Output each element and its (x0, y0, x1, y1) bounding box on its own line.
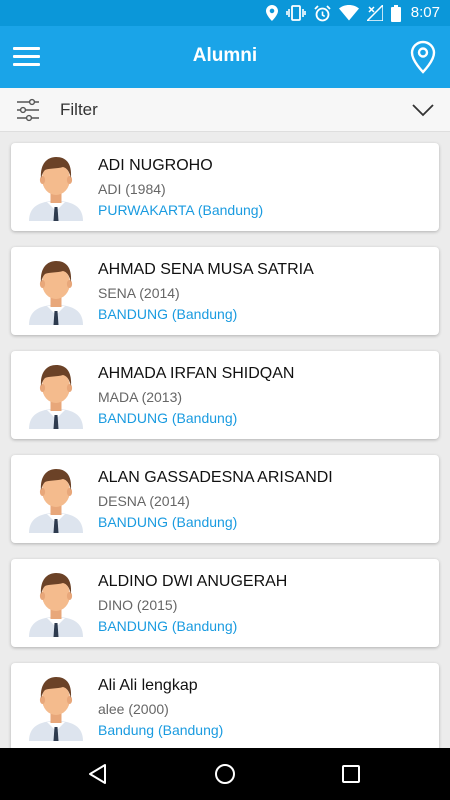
recents-icon[interactable] (339, 762, 363, 786)
avatar (27, 671, 85, 741)
alumni-nickname-year: ADI (1984) (98, 181, 166, 197)
filter-sliders-icon (16, 98, 40, 122)
alumni-nickname-year: alee (2000) (98, 701, 169, 717)
filter-bar[interactable]: Filter (0, 88, 450, 132)
home-icon[interactable] (213, 762, 237, 786)
status-time: 8:07 (410, 4, 440, 21)
status-icons: 8:07 (265, 4, 440, 22)
alumni-card[interactable]: ALDINO DWI ANUGERAH DINO (2015) BANDUNG … (11, 559, 439, 647)
alumni-city: PURWAKARTA (Bandung) (98, 202, 264, 218)
location-icon (265, 5, 278, 21)
alumni-name: AHMADA IRFAN SHIDQAN (98, 365, 295, 382)
avatar (27, 255, 85, 325)
alumni-card[interactable]: AHMADA IRFAN SHIDQAN MADA (2013) BANDUNG… (11, 351, 439, 439)
battery-icon (390, 4, 401, 22)
alumni-name: ALAN GASSADESNA ARISANDI (98, 469, 333, 486)
avatar (27, 151, 85, 221)
vibrate-icon (285, 5, 306, 21)
avatar (27, 567, 85, 637)
alumni-city: BANDUNG (Bandung) (98, 618, 238, 634)
alumni-nickname-year: MADA (2013) (98, 389, 183, 405)
alumni-city: BANDUNG (Bandung) (98, 514, 238, 530)
alumni-name: ALDINO DWI ANUGERAH (98, 573, 288, 590)
app-bar: Alumni (0, 26, 450, 88)
location-pin-icon[interactable] (410, 40, 436, 74)
alumni-list[interactable]: ADI NUGROHO ADI (1984) PURWAKARTA (Bandu… (0, 132, 450, 748)
chevron-down-icon[interactable] (412, 100, 434, 120)
alumni-name: Ali Ali lengkap (98, 677, 198, 694)
filter-label: Filter (60, 100, 98, 119)
no-signal-icon (366, 5, 383, 21)
alarm-icon (314, 4, 331, 21)
alumni-card[interactable]: ALAN GASSADESNA ARISANDI DESNA (2014) BA… (11, 455, 439, 543)
status-bar: 8:07 (0, 0, 450, 26)
wifi-icon (338, 5, 359, 21)
avatar (27, 463, 85, 533)
alumni-city: BANDUNG (Bandung) (98, 410, 238, 426)
alumni-card[interactable]: ADI NUGROHO ADI (1984) PURWAKARTA (Bandu… (11, 143, 439, 231)
alumni-nickname-year: DINO (2015) (98, 597, 178, 613)
back-icon[interactable] (86, 762, 110, 786)
alumni-card[interactable]: Ali Ali lengkap alee (2000) Bandung (Ban… (11, 663, 439, 748)
alumni-name: AHMAD SENA MUSA SATRIA (98, 261, 314, 278)
alumni-nickname-year: DESNA (2014) (98, 493, 190, 509)
alumni-nickname-year: SENA (2014) (98, 285, 180, 301)
alumni-card[interactable]: AHMAD SENA MUSA SATRIA SENA (2014) BANDU… (11, 247, 439, 335)
alumni-name: ADI NUGROHO (98, 157, 213, 174)
navigation-bar (0, 748, 450, 800)
avatar (27, 359, 85, 429)
alumni-city: Bandung (Bandung) (98, 722, 224, 738)
alumni-city: BANDUNG (Bandung) (98, 306, 238, 322)
page-title: Alumni (192, 45, 258, 66)
